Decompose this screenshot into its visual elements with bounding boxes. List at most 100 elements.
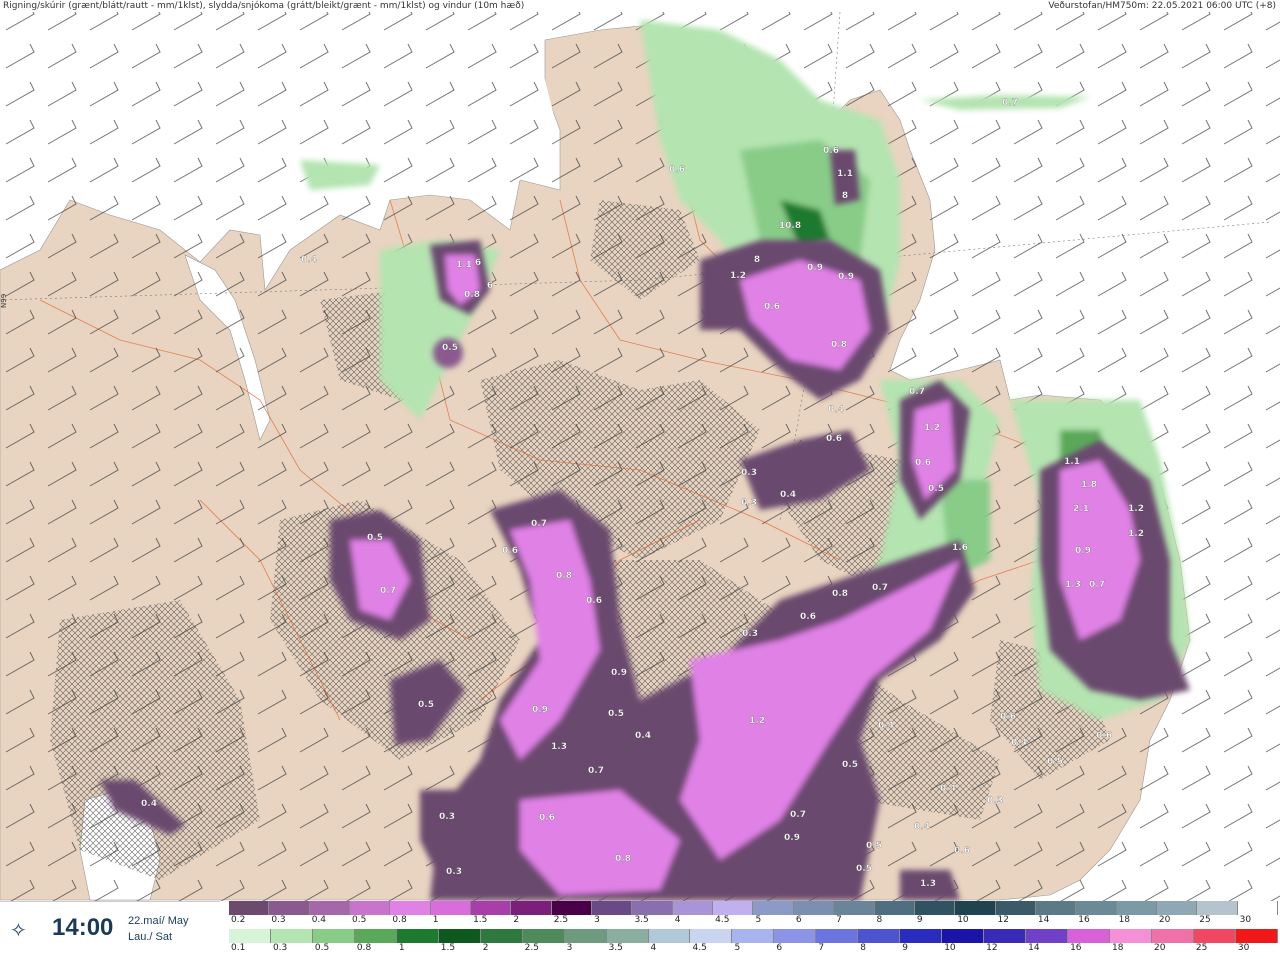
snow-legend-swatch (753, 901, 794, 915)
precip-value-label: 1.2 (730, 271, 746, 281)
snow-legend-swatch (269, 901, 310, 915)
snow-legend-swatch (229, 901, 270, 915)
precip-value-label: 0.6 (539, 813, 555, 823)
rain-legend-label: 9 (902, 943, 908, 953)
rain-legend-label: 1.5 (440, 943, 456, 953)
precip-value-label: 1.2 (1128, 529, 1144, 539)
precip-value-label: 1.3 (920, 879, 936, 889)
header-description: Rigning/skúrir (grænt/blátt/rautt - mm/1… (3, 1, 525, 11)
rain-legend-label: 0.8 (356, 943, 372, 953)
snow-legend-label: 0.4 (311, 915, 327, 925)
precip-value-label: 0.4 (301, 255, 317, 265)
precip-value-label: 0.6 (502, 546, 518, 556)
snow-legend-swatch (350, 901, 391, 915)
precip-value-label: 0.8 (831, 340, 847, 350)
rain-legend-swatch (858, 929, 901, 943)
rain-legend-swatch (816, 929, 859, 943)
snow-legend-swatch (914, 901, 956, 915)
snow-legend-swatch (1116, 901, 1157, 915)
precip-value-label: 0.7 (1089, 580, 1105, 590)
latitude-label: N99 (0, 294, 8, 308)
forecast-time: 14:00 (52, 914, 114, 941)
rain-legend-label: 16 (1070, 943, 1082, 953)
precip-value-label: 0.6 (915, 458, 931, 468)
precip-value-label: 0.5 (842, 760, 858, 770)
rain-legend-label: 30 (1237, 943, 1250, 953)
precip-value-label: 0.5 (1047, 757, 1063, 767)
precip-value-label: 0.3 (439, 812, 455, 822)
snow-legend-swatch (713, 901, 754, 915)
rain-legend-swatch (1151, 929, 1194, 943)
snow-legend-swatch (874, 901, 915, 915)
rain-legend-swatch (732, 929, 775, 943)
rain-legend-label: 5 (734, 943, 741, 953)
snow-legend: 0.2 0.3 0.4 0.5 0.8 1 1.5 2 2.5 3 3.5 4 4.5 5 6 7 8 9 10 12… (229, 901, 1278, 927)
precip-value-label: 1.1 (1064, 457, 1080, 467)
precip-value-label: 2.1 (1073, 504, 1089, 514)
rain-legend-swatch (774, 929, 817, 943)
rain-legend-label: 6 (776, 943, 783, 953)
precip-value-label: 0.6 (1096, 731, 1112, 741)
precip-value-label: 0.7 (909, 387, 925, 397)
header: Rigning/skúrir (grænt/blátt/rautt - mm/1… (0, 0, 1280, 12)
snow-legend-swatch (1237, 901, 1278, 915)
snow-legend-swatch (511, 901, 552, 915)
snow-legend-label: 1 (432, 915, 439, 925)
rain-legend-swatch (942, 929, 985, 943)
snow-legend-label: 14 (1037, 915, 1050, 925)
precip-value-label: 0.3 (741, 468, 757, 478)
precip-value-label: 0.4 (141, 799, 157, 809)
snow-legend-label: 9 (916, 915, 923, 925)
snow-legend-swatch (672, 901, 714, 915)
precip-value-label: 1.3 (551, 742, 567, 752)
precip-value-label: 0.5 (608, 709, 624, 719)
precip-value-label: 0.9 (532, 705, 548, 715)
precip-value-label: 1.6 (952, 543, 968, 553)
precip-value-label: 0.7 (531, 519, 547, 529)
precip-value-label: 0.9 (838, 272, 854, 282)
precip-value-label: 8 (754, 255, 760, 265)
rain-legend-label: 3 (566, 943, 573, 953)
precip-value-label: 6 (475, 258, 481, 268)
snow-legend-label: 10 (957, 915, 969, 925)
precip-value-label: 0.4 (940, 784, 956, 794)
rain-legend-label: 18 (1112, 943, 1124, 953)
snow-legend-swatch (592, 901, 633, 915)
snow-legend-label: 25 (1199, 915, 1211, 925)
header-run-info: Veðurstofan/HM750m: 22.05.2021 06:00 UTC… (1048, 1, 1276, 11)
precip-value-label: 0.5 (442, 343, 458, 353)
snow-legend-label: 16 (1078, 915, 1090, 925)
rain-legend-swatch (1193, 929, 1236, 943)
wind-compass-icon: ✧ (10, 918, 27, 942)
rain-legend-swatch (984, 929, 1027, 943)
precip-value-label: 0.8 (832, 589, 848, 599)
precip-value-label: 0.5 (866, 841, 882, 851)
rain-legend-swatch (1026, 929, 1069, 943)
snow-legend-label: 1.5 (473, 915, 488, 925)
precip-value-label: 0.3 (987, 796, 1003, 806)
snow-legend-label: 3.5 (634, 915, 649, 925)
rain-legend-label: 2 (482, 943, 489, 953)
precip-value-label: 0.4 (828, 405, 844, 415)
snow-legend-swatch (1076, 901, 1117, 915)
precip-value-label: 1.1 (456, 260, 472, 270)
precip-value-label: 0.4 (780, 490, 796, 500)
snow-legend-label: 0.2 (231, 915, 246, 925)
precip-value-label: 1.3 (1065, 580, 1081, 590)
rain-legend-label: 0.5 (314, 943, 330, 953)
rain-legend-label: 14 (1028, 943, 1040, 953)
precip-value-label: 0.6 (1000, 712, 1016, 722)
snow-legend-swatch (1035, 901, 1077, 915)
rain-legend-label: 4.5 (692, 943, 707, 953)
forecast-date: 22.maí/ May (128, 915, 189, 927)
precip-value-label: 0.3 (741, 498, 757, 508)
rain-legend-swatch (396, 929, 439, 943)
snow-legend-label: 2.5 (553, 915, 569, 925)
weather-map[interactable]: 0.70.60.61.1810.881.20.90.91.1 660.80.50.… (0, 12, 1280, 901)
precip-value-label: 1.2 (924, 423, 940, 433)
rain-legend-label: 2.5 (524, 943, 539, 953)
snow-legend-label: 2 (513, 915, 520, 925)
snow-legend-swatch (471, 901, 512, 915)
precip-value-label: 0.6 (586, 596, 602, 606)
snow-legend-label: 4 (674, 915, 681, 925)
